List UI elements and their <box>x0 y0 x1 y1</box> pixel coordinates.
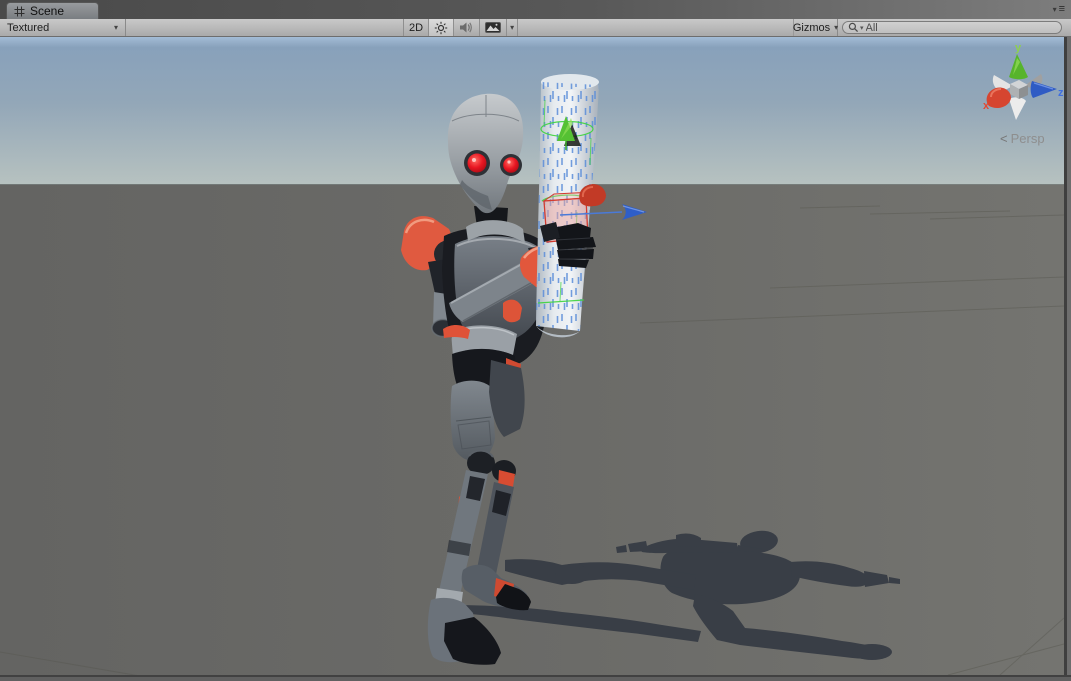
viewport-canvas[interactable]: y z x <Persp <box>0 37 1064 675</box>
chevron-down-icon: ▾ <box>510 23 514 32</box>
projection-label: Persp <box>1011 131 1045 146</box>
window-bottom-edge <box>0 677 1071 681</box>
pane-menu[interactable]: ▾ ≡ <box>1053 2 1065 17</box>
projection-toggle[interactable]: <Persp <box>1000 131 1045 146</box>
2d-toggle-button[interactable]: 2D <box>403 19 428 36</box>
speaker-icon <box>459 21 474 34</box>
tab-title: Scene <box>30 4 64 18</box>
search-filter-arrow-icon[interactable]: ▾ <box>860 24 864 32</box>
chevron-down-icon: ▾ <box>114 23 118 32</box>
audio-toggle-button[interactable] <box>453 19 479 36</box>
scene-viewport[interactable]: y z x <Persp <box>0 37 1064 675</box>
pane-dropdown-icon[interactable]: ▾ <box>1053 6 1057 14</box>
window-right-edge <box>1067 37 1071 675</box>
scene-search-field[interactable]: ▾ <box>842 21 1062 34</box>
2d-label: 2D <box>409 22 423 34</box>
tab-strip: Scene ▾ ≡ <box>0 0 1071 19</box>
sun-icon <box>434 21 448 35</box>
render-mode-label: Textured <box>7 22 49 34</box>
effects-dropdown-button[interactable]: ▾ <box>506 19 518 36</box>
scene-toolbar: Textured ▾ 2D <box>0 19 1071 37</box>
chevron-down-icon: ▾ <box>834 23 838 32</box>
image-icon <box>485 22 501 33</box>
grid-icon <box>14 6 25 17</box>
projection-arrow-icon: < <box>1000 131 1008 146</box>
view-toggle-group: 2D <box>403 19 518 36</box>
gizmos-dropdown[interactable]: Gizmos ▾ <box>793 19 838 36</box>
sky <box>0 37 1064 185</box>
axis-y-label[interactable]: y <box>1015 42 1022 54</box>
search-icon <box>848 22 859 33</box>
render-mode-dropdown[interactable]: Textured ▾ <box>0 19 126 36</box>
axis-x-label[interactable]: x <box>983 100 990 112</box>
gizmos-label: Gizmos <box>793 22 830 34</box>
hamburger-icon[interactable]: ≡ <box>1059 4 1065 15</box>
search-input[interactable] <box>866 22 1026 33</box>
effects-toggle-button[interactable] <box>479 19 506 36</box>
scene-tab[interactable]: Scene <box>6 2 99 19</box>
lighting-toggle-button[interactable] <box>428 19 453 36</box>
